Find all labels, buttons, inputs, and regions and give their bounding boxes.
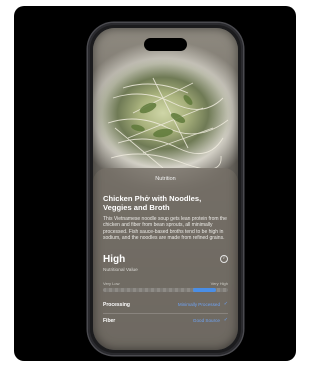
phone-screen: Nutrition Chicken Phở with Noodles, Vegg…	[93, 28, 238, 350]
processing-value: Minimally Processed	[177, 301, 220, 307]
scale-low-label: Very Low	[103, 280, 120, 286]
sheet-title: Nutrition	[155, 176, 176, 182]
info-icon[interactable]: i	[220, 254, 228, 263]
dish-name: Chicken Phở with Noodles, Veggies and Br…	[103, 194, 202, 212]
fiber-row[interactable]: Fiber Good Source ✓	[103, 316, 228, 330]
nutrition-sheet: Nutrition Chicken Phở with Noodles, Vegg…	[93, 168, 238, 350]
dynamic-island	[144, 38, 187, 51]
nutritional-value-label: Nutritional Value	[103, 267, 138, 273]
nutritional-value-level: High	[103, 253, 126, 265]
checkmark-icon: ✓	[223, 316, 228, 323]
processing-label: Processing	[103, 301, 130, 308]
phone-device: Nutrition Chicken Phở with Noodles, Vegg…	[88, 23, 243, 355]
nutritional-value-header: High i	[103, 254, 228, 266]
fiber-label: Fiber	[103, 317, 116, 324]
scale-fill	[193, 287, 216, 292]
scale-high-label: Very High	[210, 280, 228, 286]
processing-row[interactable]: Processing Minimally Processed ✓	[103, 300, 228, 314]
scale-labels: Very Low Very High	[103, 281, 228, 287]
fiber-value: Good Source	[192, 317, 220, 323]
dish-description: This Vietnamese noodle soup gets lean pr…	[103, 216, 227, 242]
checkmark-icon: ✓	[223, 300, 228, 307]
nutritional-value-scale	[103, 287, 228, 292]
